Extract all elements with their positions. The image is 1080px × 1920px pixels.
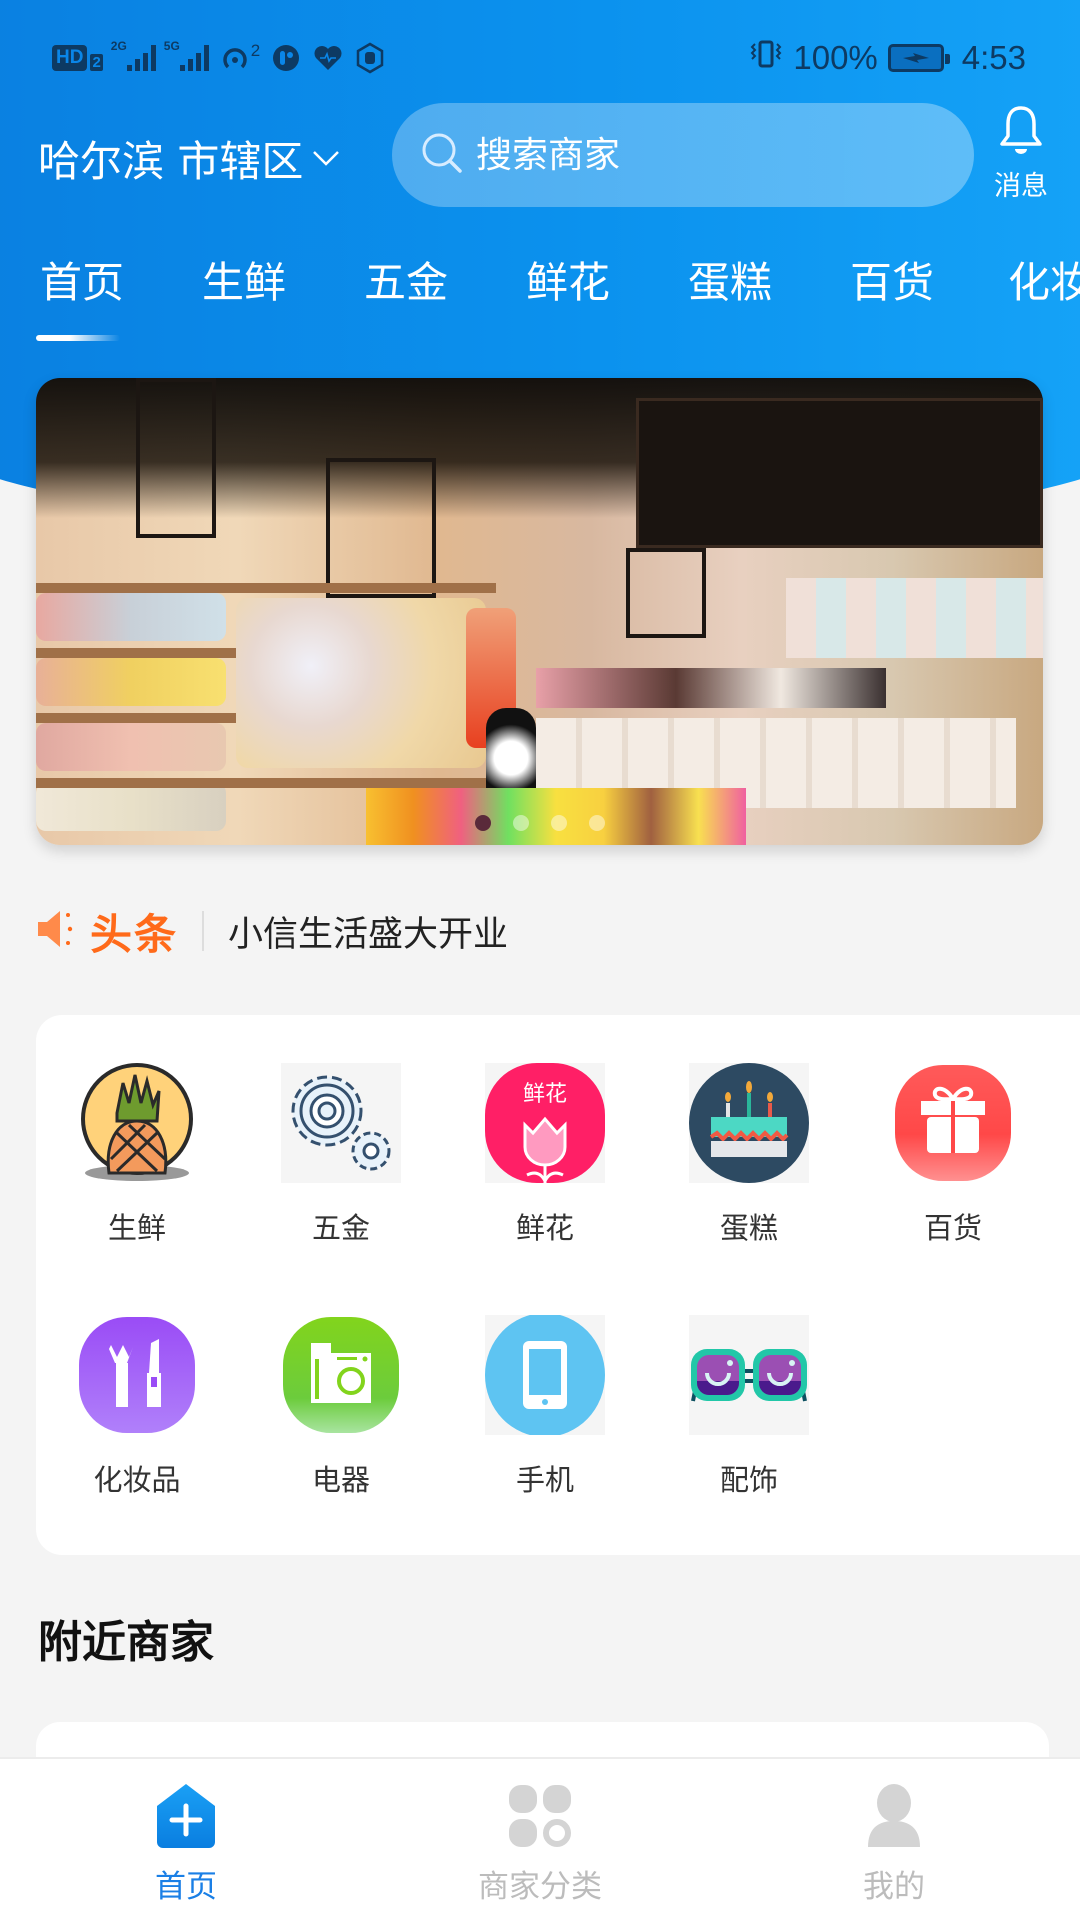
category-label: 蛋糕 [719, 1211, 778, 1245]
vibrate-icon [749, 38, 783, 78]
signal-2g-icon: 2G [111, 39, 156, 71]
category-label: 鲜花 [515, 1211, 574, 1245]
pagination-dot[interactable] [588, 815, 605, 831]
headline-badge: 头条 [90, 909, 179, 959]
tulip-icon: 鲜花 [485, 1063, 605, 1183]
location-selector[interactable]: 哈尔滨 市辖区 [38, 128, 341, 188]
category-general-goods[interactable]: 百货 [863, 1063, 1043, 1247]
active-tab-indicator [36, 335, 120, 341]
makeup-brush-lipstick-icon [77, 1315, 197, 1435]
category-flowers[interactable]: 鲜花 鲜花 [455, 1063, 635, 1247]
category-cakes[interactable]: 蛋糕 [659, 1063, 839, 1247]
pagination-dot[interactable] [550, 815, 567, 831]
category-label: 百货 [923, 1211, 982, 1245]
tab-cosmetics[interactable]: 化妆 [1008, 248, 1080, 318]
hotspot-icon [219, 42, 251, 74]
home-plus-icon [151, 1781, 221, 1851]
bottom-navigation: 首页 商家分类 我的 [0, 1757, 1080, 1920]
search-bar[interactable] [392, 103, 974, 207]
chevron-down-icon [311, 143, 341, 173]
pagination-dot-active[interactable] [474, 815, 491, 831]
headline-divider [202, 911, 205, 951]
battery-percent: 100% [793, 39, 878, 76]
nav-home[interactable]: 首页 [6, 1759, 366, 1920]
promo-banner[interactable] [36, 378, 1043, 845]
status-bar-right: 100% 4:53 [749, 36, 1026, 80]
search-icon [420, 131, 464, 179]
gift-box-icon [893, 1063, 1013, 1183]
category-grid-icon [505, 1781, 575, 1851]
tab-home[interactable]: 首页 [40, 248, 124, 318]
birthday-cake-icon [689, 1063, 809, 1183]
messages-label: 消息 [994, 171, 1048, 202]
health-icon [312, 42, 344, 74]
category-accessories[interactable]: 配饰 [659, 1315, 839, 1499]
tab-hardware[interactable]: 五金 [364, 248, 448, 318]
tab-cakes[interactable]: 蛋糕 [688, 248, 772, 318]
signal-5g-icon: 5G [164, 39, 209, 71]
nearby-merchants-title: 附近商家 [38, 1617, 214, 1668]
smartphone-icon [485, 1315, 605, 1435]
category-label: 手机 [515, 1463, 574, 1497]
battery-charging-icon [887, 44, 950, 72]
pineapple-icon [77, 1063, 197, 1183]
search-input[interactable] [476, 134, 936, 176]
category-appliances[interactable]: 电器 [251, 1315, 431, 1499]
category-cosmetics[interactable]: 化妆品 [47, 1315, 227, 1499]
nav-profile[interactable]: 我的 [714, 1759, 1074, 1920]
status-bar-left: HD 2 2G 5G 2 [52, 39, 386, 76]
banner-image [36, 378, 1043, 845]
category-tabs: 首页 生鲜 五金 鲜花 蛋糕 百货 化妆 [0, 248, 1080, 348]
category-label: 化妆品 [93, 1463, 181, 1497]
status-bar: HD 2 2G 5G 2 100% 4:53 [0, 0, 1080, 110]
category-label: 电器 [311, 1463, 370, 1497]
category-label: 配饰 [719, 1463, 778, 1497]
gears-icon [281, 1063, 401, 1183]
tab-general-goods[interactable]: 百货 [850, 248, 934, 318]
category-hardware[interactable]: 五金 [251, 1063, 431, 1247]
tab-flowers[interactable]: 鲜花 [526, 248, 610, 318]
washing-machine-icon [281, 1315, 401, 1435]
category-grid: 生鲜 五金 鲜花 鲜花 蛋糕 百货 化妆品 电器 手机 配饰 [36, 1015, 1080, 1555]
hd-voice-icon: HD 2 [52, 45, 103, 71]
tab-fresh[interactable]: 生鲜 [202, 248, 286, 318]
nav-label: 我的 [863, 1869, 925, 1905]
app-notification-icon [270, 42, 302, 74]
clock: 4:53 [961, 39, 1026, 76]
location-label: 哈尔滨 市辖区 [38, 136, 304, 186]
messages-button[interactable]: 消息 [984, 104, 1058, 204]
nav-label: 商家分类 [478, 1869, 602, 1905]
nav-label: 首页 [155, 1869, 217, 1905]
speaker-icon [36, 907, 82, 955]
nav-merchant-categories[interactable]: 商家分类 [360, 1759, 720, 1920]
category-fresh[interactable]: 生鲜 [47, 1063, 227, 1247]
pagination-dot[interactable] [512, 815, 529, 831]
banner-pagination [36, 815, 1043, 831]
headline-ticker[interactable]: 头条 小信生活盛大开业 [36, 900, 508, 962]
headline-text: 小信生活盛大开业 [228, 914, 509, 955]
category-label: 五金 [311, 1211, 370, 1245]
bell-icon [997, 104, 1045, 162]
svg-text:鲜花: 鲜花 [523, 1082, 567, 1107]
hand-stop-icon [354, 42, 386, 74]
user-profile-icon [859, 1781, 929, 1851]
category-phones[interactable]: 手机 [455, 1315, 635, 1499]
category-label: 生鲜 [107, 1211, 166, 1245]
glasses-icon [689, 1315, 809, 1435]
